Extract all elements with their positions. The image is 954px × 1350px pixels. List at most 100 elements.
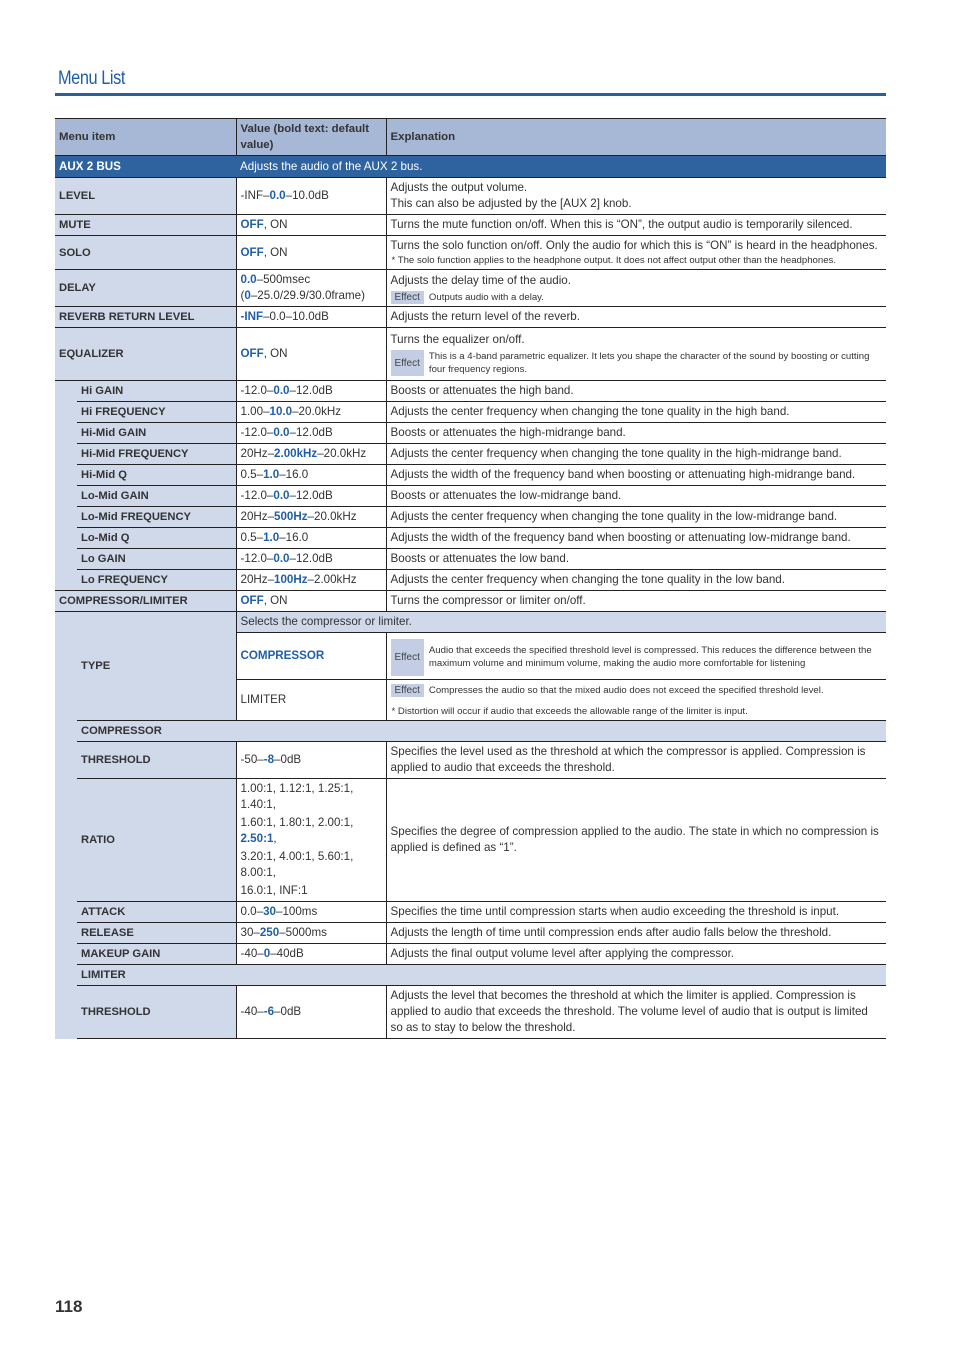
table-row: LEVEL -INF–0.0–10.0dB Adjusts the output…: [55, 177, 887, 215]
menu-item: LEVEL: [55, 177, 237, 215]
header-value: Value (bold text: default value): [235, 118, 387, 156]
explanation-cell: Specifies the level used as the threshol…: [385, 741, 887, 779]
table-row: REVERB RETURN LEVEL -INF–0.0–10.0dB Adju…: [55, 306, 887, 328]
menu-item: Hi-Mid FREQUENCY: [77, 443, 237, 465]
value-cell: OFF, ON: [235, 235, 387, 270]
value-text: 16.0:1, INF:1: [240, 884, 308, 897]
default-value: 0.0: [273, 384, 290, 397]
default-value: 0.0: [273, 552, 290, 565]
value-text: –500msec: [256, 273, 311, 286]
value-text: 0.0–: [240, 905, 264, 918]
default-value: 100Hz: [274, 573, 308, 586]
explanation-cell: Adjusts the final output volume level af…: [385, 943, 887, 965]
menu-item: REVERB RETURN LEVEL: [55, 306, 237, 328]
default-value: 1.0: [263, 531, 280, 544]
table-row: RELEASE 30–250–5000ms Adjusts the length…: [55, 922, 887, 944]
page-title: Menu List: [58, 68, 125, 89]
menu-item: Lo FREQUENCY: [77, 569, 237, 591]
value-text: , ON: [263, 347, 288, 360]
effect-badge: Effect: [390, 638, 424, 676]
value-text: –0.0–10.0dB: [263, 310, 329, 323]
default-value: 2.00kHz: [274, 447, 318, 460]
value-cell: -40–-6–0dB: [235, 985, 387, 1039]
value-text: –40dB: [270, 947, 304, 960]
menu-item: Lo GAIN: [77, 548, 237, 570]
explanation-text: Adjusts the delay time of the audio.: [390, 273, 571, 287]
value-cell: 1.00–10.0–20.0kHz: [235, 401, 387, 423]
value-text: –20.0kHz: [292, 405, 342, 418]
value-cell: -50–-8–0dB: [235, 741, 387, 779]
explanation-cell: Turns the equalizer on/off. Effect This is…: [385, 327, 887, 381]
value-cell: 20Hz–2.00kHz–20.0kHz: [235, 443, 387, 465]
table-row: Lo FREQUENCY 20Hz–100Hz–2.00kHz Adjusts th…: [55, 569, 887, 591]
value-text: –20.0kHz: [317, 447, 367, 460]
value-text: –16.0: [279, 468, 309, 481]
menu-item: DELAY: [55, 269, 237, 307]
default-value: 500Hz: [274, 510, 308, 523]
table-row: Lo-Mid GAIN -12.0–0.0–12.0dB Boosts or att…: [55, 485, 887, 507]
menu-item: RELEASE: [77, 922, 237, 944]
value-cell: -INF–0.0–10.0dB: [235, 177, 387, 215]
header-explanation: Explanation: [385, 118, 887, 156]
table-row: RATIO 1.00:1, 1.12:1, 1.25:1, 1.40:1, 1.…: [55, 778, 887, 902]
effect-text: This is a 4-band parametric equalizer. I…: [428, 351, 870, 375]
value-cell: 0.5–1.0–16.0: [235, 527, 387, 549]
value-text: -50–: [240, 753, 264, 766]
menu-item: Hi-Mid GAIN: [77, 422, 237, 444]
group-band: LIMITER: [55, 964, 887, 986]
explanation-text: This can also be adjusted by the [AUX 2]…: [390, 197, 632, 210]
page-number: 118: [55, 1297, 83, 1316]
value-text: –12.0dB: [289, 552, 333, 565]
section-description: Adjusts the audio of the AUX 2 bus.: [236, 155, 887, 178]
value-text: 20Hz–: [240, 447, 275, 460]
table-row: ATTACK 0.0–30–100ms Specifies the time u…: [55, 901, 887, 923]
explanation-cell: Adjusts the center frequency when changi…: [385, 506, 887, 528]
table-header: Menu item Value (bold text: default valu…: [55, 118, 887, 156]
table-row: Hi-Mid FREQUENCY 20Hz–2.00kHz–20.0kHz Adju…: [55, 443, 887, 465]
explanation-text: Adjusts the output volume.: [390, 181, 528, 194]
table-row: EQUALIZER OFF, ON Turns the equalizer on…: [55, 327, 887, 381]
explanation-cell: Adjusts the width of the frequency band …: [385, 527, 887, 549]
value-cell: -12.0–0.0–12.0dB: [235, 548, 387, 570]
effect-badge: Effect: [390, 684, 424, 697]
menu-item: SOLO: [55, 235, 237, 270]
default-value: 0.0: [273, 426, 290, 439]
explanation-text: Turns the equalizer on/off.: [390, 333, 525, 346]
effect-badge: Effect: [390, 290, 424, 304]
table-row: Hi-Mid GAIN -12.0–0.0–12.0dB Boosts or att…: [55, 422, 887, 444]
menu-item: Hi FREQUENCY: [77, 401, 237, 423]
value-text: 0.5–: [240, 531, 264, 544]
value-text: –25.0/29.9/30.0frame): [250, 289, 365, 302]
value-cell: -40–0–40dB: [235, 943, 387, 965]
type-description: Selects the compressor or limiter.: [235, 611, 887, 633]
title-rule: [55, 93, 886, 96]
default-value: 250: [259, 926, 280, 939]
value-cell: COMPRESSOR: [235, 632, 387, 680]
explanation-cell: Adjusts the output volume. This can also …: [385, 177, 887, 215]
menu-item: MAKEUP GAIN: [77, 943, 237, 965]
value-cell: -INF–0.0–10.0dB: [235, 306, 387, 328]
value-text: –20.0kHz: [307, 510, 357, 523]
menu-item: THRESHOLD: [77, 985, 237, 1039]
value-text: 1.00:1, 1.12:1, 1.25:1, 1.40:1,: [240, 782, 354, 811]
table-row: DELAY 0.0–500msec (0–25.0/29.9/30.0frame)…: [55, 269, 887, 307]
explanation-cell: Boosts or attenuates the high band.: [385, 380, 887, 402]
explanation-cell: Adjusts the center frequency when changi…: [385, 569, 887, 591]
default-value: -INF: [240, 310, 264, 323]
value-cell: 1.00:1, 1.12:1, 1.25:1, 1.40:1, 1.60:1, …: [235, 778, 387, 902]
value-text: 30–: [240, 926, 260, 939]
group-band: COMPRESSOR: [55, 720, 887, 742]
table-row: THRESHOLD -40–-6–0dB Adjusts the level t…: [55, 985, 887, 1039]
group-label: LIMITER: [77, 964, 887, 986]
value-cell: 0.5–1.0–16.0: [235, 464, 387, 486]
default-value: 2.50:1: [240, 832, 274, 845]
explanation-cell: Adjusts the center frequency when changi…: [385, 401, 887, 423]
explanation-cell: Turns the compressor or limiter on/off.: [385, 590, 887, 612]
value-text: –0dB: [274, 1005, 302, 1018]
value-text: ,: [273, 832, 277, 845]
explanation-cell: Boosts or attenuates the high-midrange b…: [385, 422, 887, 444]
value-text: 1.00–: [240, 405, 270, 418]
value-text: –10.0dB: [285, 189, 329, 202]
value-text: , ON: [263, 245, 288, 259]
default-value: 0.0: [269, 189, 286, 202]
